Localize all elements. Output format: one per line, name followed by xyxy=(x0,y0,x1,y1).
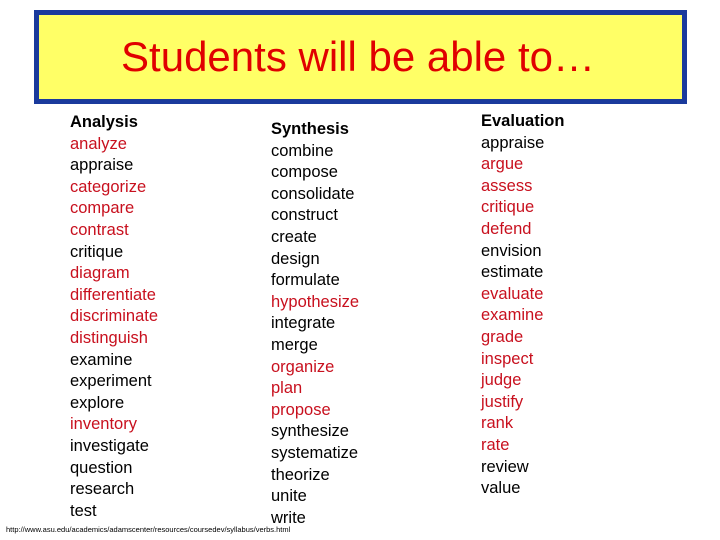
verb-item: estimate xyxy=(481,263,544,282)
verb-item: experiment xyxy=(70,372,152,391)
word-list-synthesis: combine compose consolidate construct create… xyxy=(271,141,359,530)
verb-item: propose xyxy=(271,400,331,419)
verb-item: research xyxy=(70,480,135,499)
verb-item: design xyxy=(271,249,320,268)
verb-item: unite xyxy=(271,487,307,506)
word-list-analysis: analyze appraise categorize compare contrast… xyxy=(70,134,158,523)
verb-item: combine xyxy=(271,141,334,160)
verb-item: create xyxy=(271,227,317,246)
column-header-analysis: Analysis xyxy=(70,113,138,131)
verb-item: diagram xyxy=(70,264,130,283)
verb-item: assess xyxy=(481,176,533,195)
verb-item: critique xyxy=(481,198,535,217)
verb-item: plan xyxy=(271,379,303,398)
slide-title: Students will be able to… xyxy=(121,33,595,80)
verb-item: contrast xyxy=(70,220,129,239)
verb-item: examine xyxy=(70,350,133,369)
verb-item: compose xyxy=(271,163,338,182)
verb-item: review xyxy=(481,457,529,476)
verb-item: argue xyxy=(481,155,524,174)
verb-item: justify xyxy=(481,392,524,411)
source-url: http://www.asu.edu/academics/adamscenter… xyxy=(6,525,291,534)
verb-item: grade xyxy=(481,327,524,346)
verb-item: distinguish xyxy=(70,328,148,347)
word-list-evaluation: appraise argue assess critique defend envisio… xyxy=(481,133,564,500)
verb-item: theorize xyxy=(271,465,330,484)
verb-item: rank xyxy=(481,414,514,433)
verb-item: test xyxy=(70,501,97,520)
verb-item: merge xyxy=(271,335,318,354)
verb-item: compare xyxy=(70,199,135,218)
verb-item: inventory xyxy=(70,415,137,434)
verb-item: integrate xyxy=(271,314,336,333)
column-header-evaluation: Evaluation xyxy=(481,112,565,130)
title-banner: Students will be able to… xyxy=(34,10,687,104)
verb-item: inspect xyxy=(481,349,534,368)
verb-item: investigate xyxy=(70,436,149,455)
verb-item: differentiate xyxy=(70,285,156,304)
verb-item: synthesize xyxy=(271,422,349,441)
verb-item: categorize xyxy=(70,177,147,196)
verb-item: systematize xyxy=(271,443,359,462)
column-synthesis: Synthesis combine compose consolidate const… xyxy=(271,119,359,529)
verb-item: judge xyxy=(481,371,522,390)
verb-item: envision xyxy=(481,241,542,260)
verb-item: organize xyxy=(271,357,335,376)
verb-item: evaluate xyxy=(481,284,544,303)
verb-item: defend xyxy=(481,219,532,238)
verb-item: construct xyxy=(271,206,338,225)
verb-item: critique xyxy=(70,242,124,261)
verb-item: analyze xyxy=(70,134,127,153)
verb-item: question xyxy=(70,458,133,477)
verb-item: appraise xyxy=(481,133,545,152)
column-evaluation: Evaluation appraise argue assess critique de… xyxy=(481,111,564,500)
verb-item: value xyxy=(481,479,521,498)
verb-item: explore xyxy=(70,393,125,412)
verb-item: discriminate xyxy=(70,307,159,326)
verb-item: formulate xyxy=(271,271,340,290)
verb-item: hypothesize xyxy=(271,292,360,311)
verb-item: rate xyxy=(481,435,510,454)
verb-item: consolidate xyxy=(271,184,355,203)
verb-item: examine xyxy=(481,306,544,325)
verb-item: appraise xyxy=(70,156,134,175)
column-header-synthesis: Synthesis xyxy=(271,120,349,138)
column-analysis: Analysis analyze appraise categorize compar… xyxy=(70,112,158,522)
